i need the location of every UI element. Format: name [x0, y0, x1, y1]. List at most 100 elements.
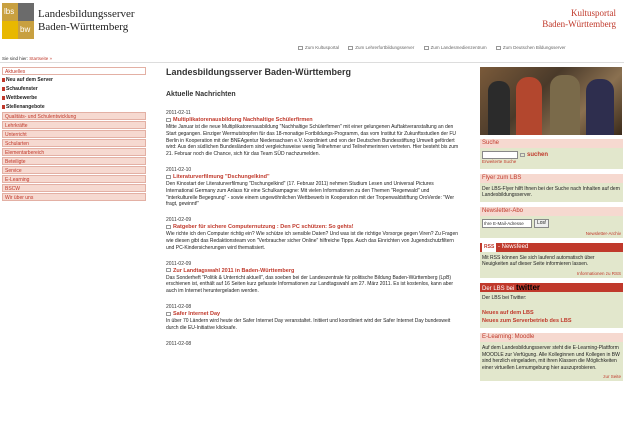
newsletter-submit-button[interactable]: Los!: [534, 218, 550, 228]
search-box: Suche suchen Erweiterte Suche: [480, 139, 623, 169]
news-title-link[interactable]: Literaturverfilmung "Dschungelkind": [166, 174, 462, 181]
moodle-box: E-Learning: Moodle Auf dem Landesbildung…: [480, 333, 623, 381]
nav-item[interactable]: Wir über uns: [2, 193, 146, 201]
news-item: 2011-02-11 Multiplikatorenausbildung Nach…: [166, 110, 462, 158]
news-title-link[interactable]: Multiplikatorenausbildung Nachhaltige Sc…: [166, 117, 462, 124]
news-date: 2011-02-10: [166, 166, 192, 173]
breadcrumb-home-link[interactable]: Startseite »: [29, 56, 52, 61]
rss-info-link[interactable]: Informationen zu RSS: [480, 271, 623, 278]
nav-item[interactable]: Stellenangebote: [2, 103, 146, 111]
external-link-icon: [298, 45, 303, 50]
page-title: Landesbildungsserver Baden-Württemberg: [166, 67, 352, 77]
logo-text-bw: bw: [20, 25, 31, 34]
nav-item[interactable]: BSCW: [2, 184, 146, 192]
search-input[interactable]: [482, 151, 518, 159]
moodle-link[interactable]: zur Seite: [480, 374, 623, 381]
flyer-box: Flyer zum LBS Der LBS-Flyer hilft Ihnen …: [480, 173, 623, 202]
divider: [0, 62, 624, 63]
nav-item[interactable]: Elementarbereich: [2, 148, 146, 156]
site-title[interactable]: Landesbildungsserver Baden-Württemberg: [38, 8, 135, 34]
news-item: 2011-02-08: [166, 341, 462, 348]
news-date: 2011-02-11: [166, 110, 191, 116]
moodle-text: Auf dem Landesbildungsserver steht die E…: [482, 345, 620, 371]
nav-item[interactable]: E-Learning: [2, 175, 146, 183]
nav-item[interactable]: Qualitäts- und Schulentwicklung: [2, 112, 146, 120]
header: lbs bw Landesbildungsserver Baden-Württe…: [0, 0, 624, 42]
students-photo: [480, 67, 622, 135]
toplink-lehrerfortbildung[interactable]: Zum Lehrerfortbildungsserver: [348, 45, 414, 50]
rss-icon: RSS: [482, 242, 497, 252]
news-date: 2011-02-09: [166, 217, 192, 224]
main-content: Landesbildungsserver Baden-Württemberg A…: [166, 67, 462, 357]
news-date: 2011-02-09: [166, 260, 192, 267]
article-icon: [166, 268, 171, 273]
newsletter-email-field[interactable]: Ihre E-Mail-Adresse: [482, 218, 532, 228]
breadcrumb: Sie sind hier: Startseite »: [2, 56, 52, 61]
lbs-logo[interactable]: lbs bw: [2, 3, 34, 39]
twitter-news-link[interactable]: Neues auf dem LBS: [482, 309, 621, 317]
news-body: Den Kinostart der Literaturverfilmung "D…: [166, 180, 455, 208]
rss-box: RSS - Newsfeed Mit RSS können Sie sich l…: [480, 242, 623, 278]
news-item: 2011-02-08 Safer Internet Day In über 70 L…: [166, 304, 462, 332]
news-title-link[interactable]: Safer Internet Day: [166, 311, 462, 318]
news-item: 2011-02-09 Ratgeber für sichere Computern…: [166, 217, 462, 251]
twitter-logo: twitter: [516, 282, 541, 292]
nav-item[interactable]: Unterricht: [2, 130, 146, 138]
newsletter-heading: Newsletter-Abo: [480, 206, 623, 216]
toplink-kultusportal[interactable]: Zum Kultusportal: [298, 45, 339, 50]
news-body: Das Sonderheft "Politik & Unterricht akt…: [166, 274, 454, 295]
article-icon: [166, 117, 171, 122]
search-button[interactable]: suchen: [527, 152, 548, 159]
news-list: 2011-02-11 Multiplikatorenausbildung Nach…: [166, 110, 462, 348]
article-icon: [166, 174, 171, 179]
rss-text: Mit RSS können Sie sich laufend automati…: [482, 254, 595, 268]
article-icon: [166, 224, 171, 229]
twitter-box: Der LBS bei twitter Der LBS bei Twitter:…: [480, 282, 623, 328]
news-body: Mitte Januar ist die neue Multiplikatore…: [166, 124, 459, 158]
flyer-text: Der LBS-Flyer hilft Ihnen bei der Suche …: [482, 185, 620, 199]
twitter-server-link[interactable]: Neues zum Serverbetrieb des LBS: [482, 317, 621, 325]
news-item: 2011-02-10 Literaturverfilmung "Dschungel…: [166, 167, 462, 208]
nav-item[interactable]: Schularten: [2, 139, 146, 147]
site-title-line1: Landesbildungsserver: [38, 8, 135, 20]
news-body: Wie richte ich den Computer richtig ein?…: [166, 231, 458, 251]
page: lbs bw Landesbildungsserver Baden-Württe…: [0, 0, 624, 439]
search-go-icon: [520, 153, 525, 157]
external-link-icon: [423, 45, 429, 50]
toplink-bildungsserver[interactable]: Zum Deutschen Bildungsserver: [495, 45, 566, 50]
right-column: Suche suchen Erweiterte Suche Flyer zum …: [480, 67, 623, 386]
nav-item[interactable]: Schaufenster: [2, 85, 146, 93]
nav-item[interactable]: Wettbewerbe: [2, 94, 146, 102]
logo-text-lbs: lbs: [4, 7, 15, 16]
news-item: 2011-02-09 Zur Landtagswahl 2011 in Baden…: [166, 261, 462, 295]
newsletter-box: Newsletter-Abo Ihre E-Mail-Adresse Los! …: [480, 206, 623, 238]
search-heading: Suche: [480, 139, 623, 148]
moodle-heading: E-Learning: Moodle: [480, 333, 623, 342]
nav-item[interactable]: Beteiligte: [2, 157, 146, 165]
left-nav: Aktuelles Neu auf dem Server Schaufenster W…: [2, 67, 146, 202]
news-date: 2011-02-08: [166, 303, 192, 310]
nav-item[interactable]: Neu auf dem Server: [2, 76, 146, 84]
news-title-link[interactable]: Zur Landtagswahl 2011 in Baden-Württembe…: [166, 268, 462, 275]
breadcrumb-prefix: Sie sind hier:: [2, 56, 29, 61]
kultusportal-link[interactable]: Kultusportal Baden-Württemberg: [542, 8, 616, 30]
nav-item[interactable]: Lehrkräfte: [2, 121, 146, 129]
section-title: Aktuelle Nachrichten: [166, 91, 236, 98]
rss-heading: RSS - Newsfeed: [480, 242, 623, 252]
top-links: Zum Kultusportal Zum Lehrerfortbildungss…: [298, 45, 574, 50]
advanced-search-link[interactable]: Erweiterte Suche: [482, 159, 621, 166]
news-date: 2011-02-08: [166, 340, 192, 347]
news-body: In über 70 Ländern wird heute der Safer …: [166, 317, 451, 331]
toplink-landesmedienzentrum[interactable]: Zum Landesmedienzentrum: [423, 45, 487, 50]
portal-line2: Baden-Württemberg: [542, 19, 616, 29]
newsletter-archive-link[interactable]: Newsletter-Archiv: [480, 231, 623, 238]
site-title-line2: Baden-Württemberg: [38, 21, 129, 33]
news-title-link[interactable]: Ratgeber für sichere Computernutzung : D…: [166, 224, 462, 231]
portal-line1: Kultusportal: [571, 8, 616, 18]
external-link-icon: [495, 45, 501, 50]
nav-item[interactable]: Aktuelles: [2, 67, 146, 75]
flyer-heading[interactable]: Flyer zum LBS: [480, 173, 623, 183]
twitter-heading: Der LBS bei twitter: [480, 282, 623, 292]
external-link-icon: [348, 45, 354, 50]
nav-item[interactable]: Service: [2, 166, 146, 174]
